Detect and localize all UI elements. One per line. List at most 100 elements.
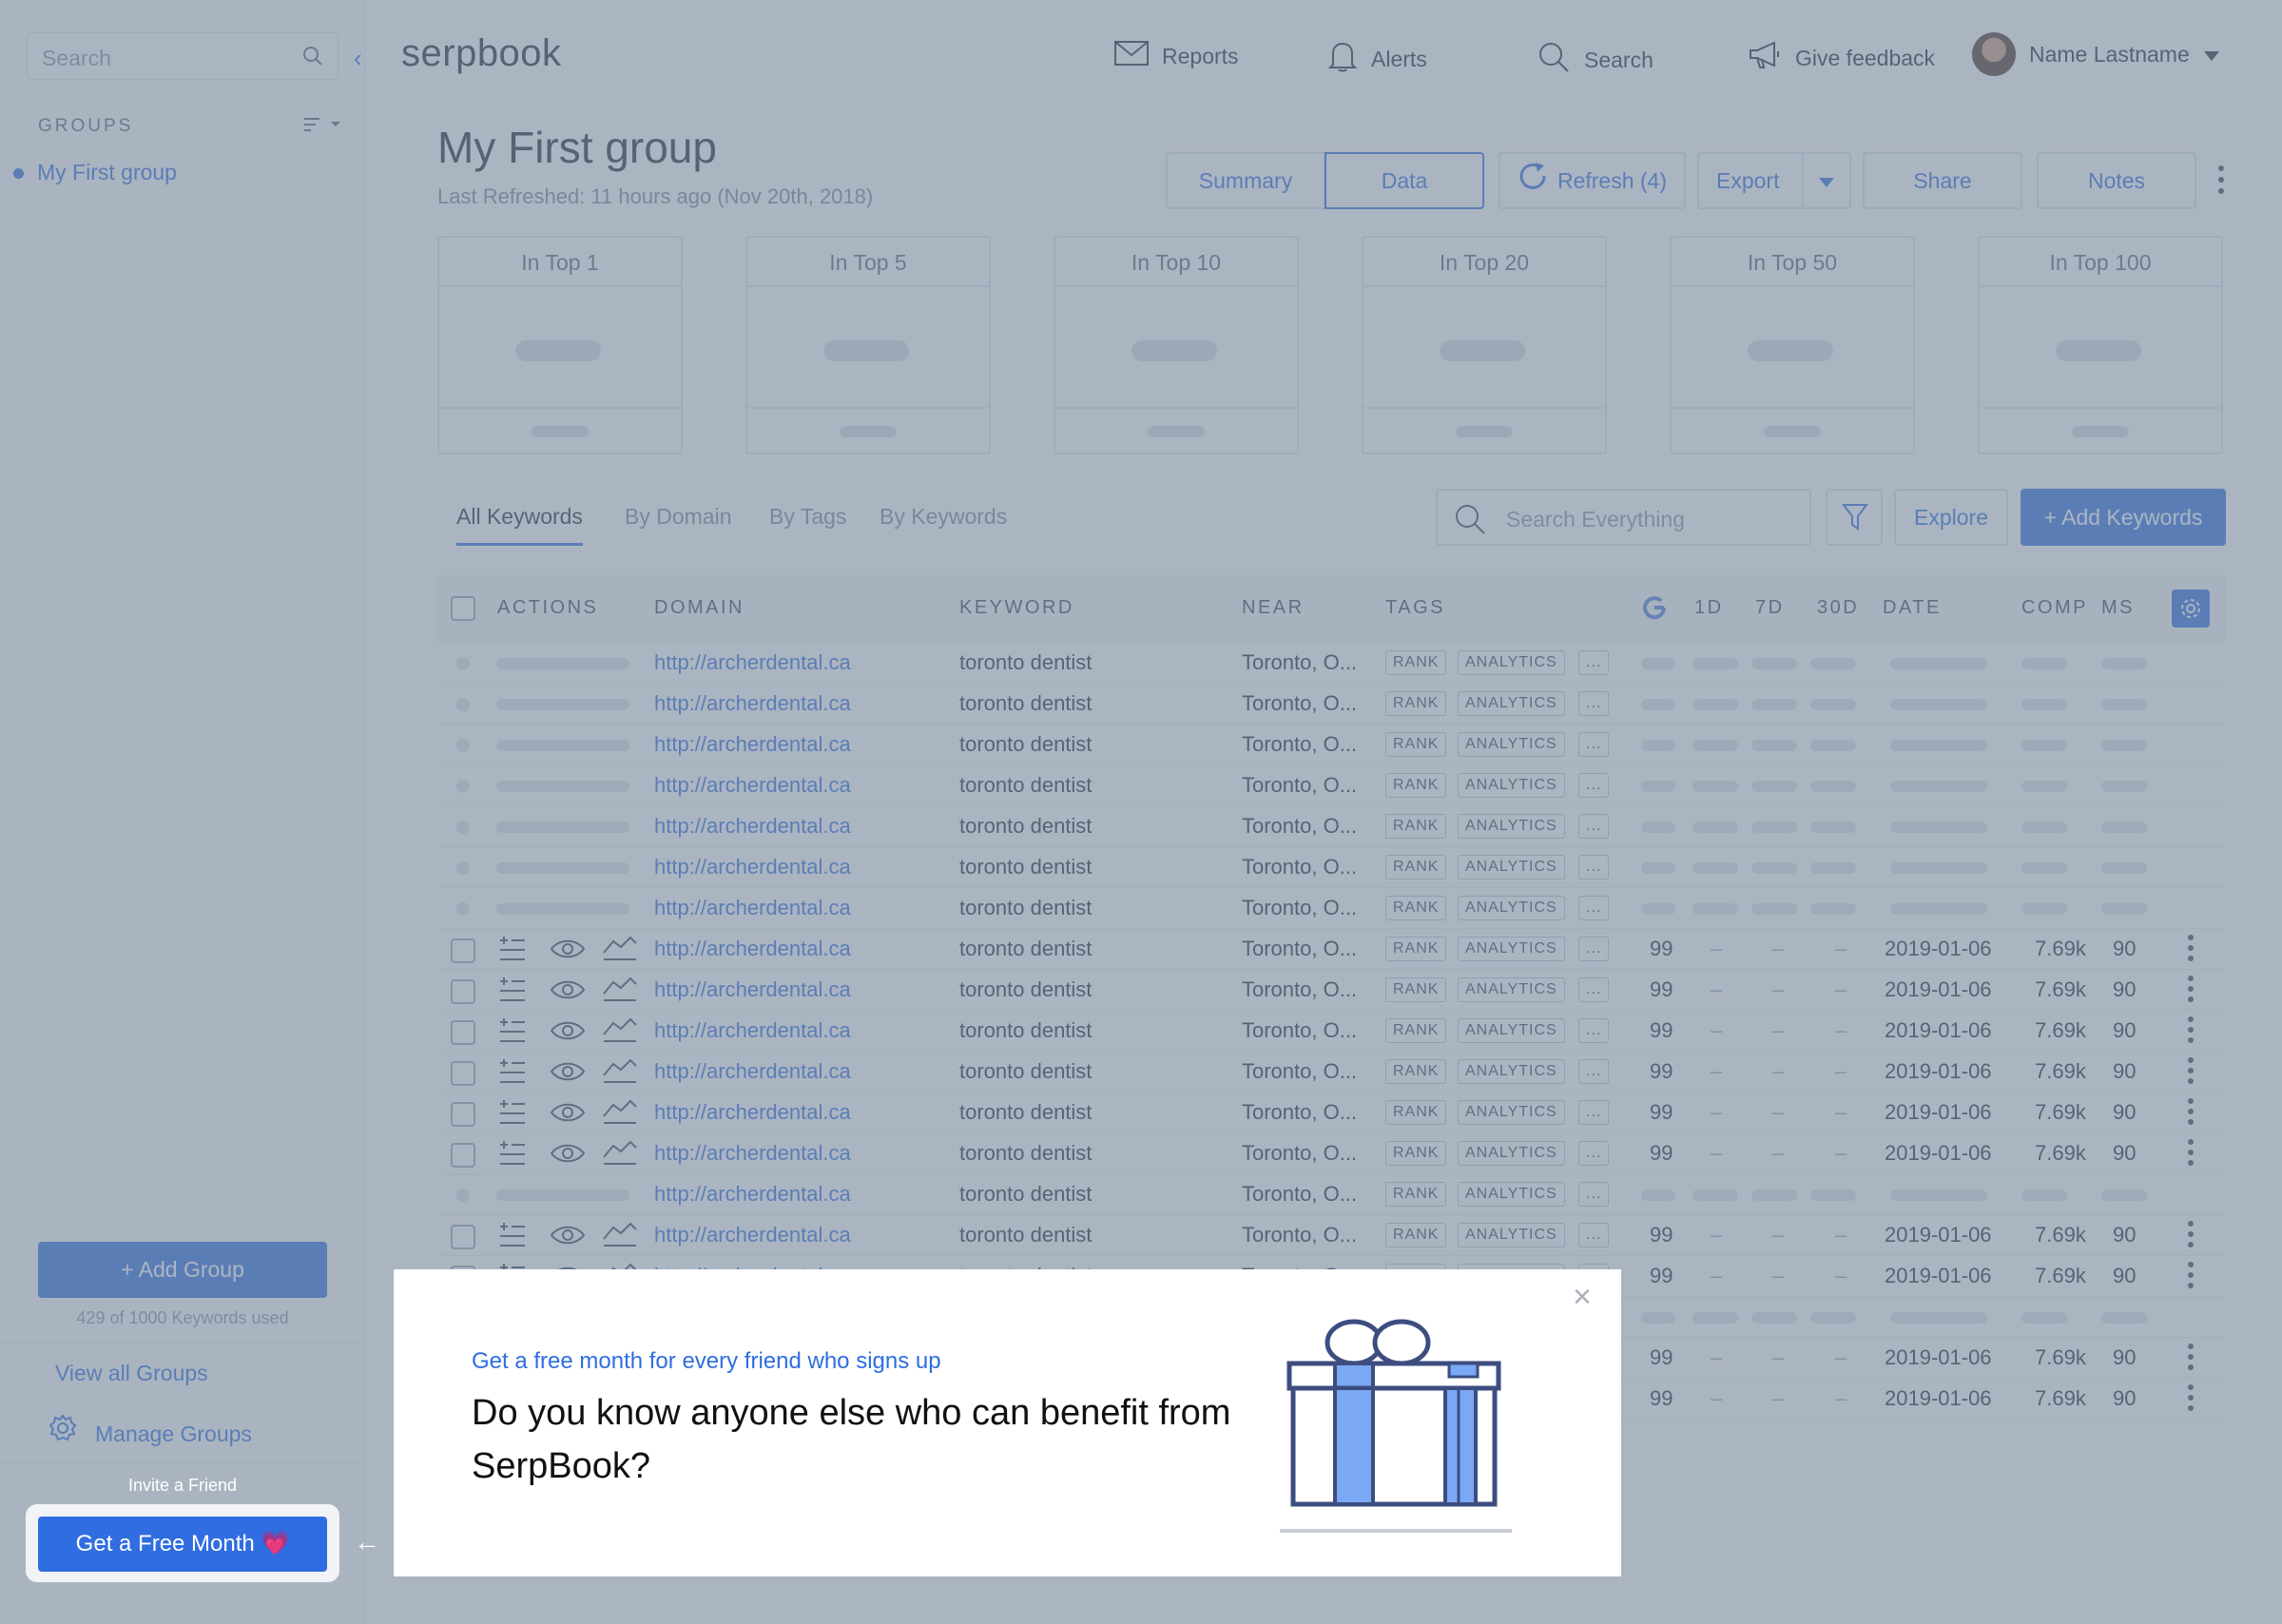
header-keyword[interactable]: KEYWORD: [959, 597, 1074, 619]
nav-give-feedback[interactable]: Give feedback: [1748, 40, 1935, 76]
chart-icon[interactable]: [602, 975, 638, 1009]
tag-rank[interactable]: RANK: [1385, 1018, 1447, 1043]
domain-link[interactable]: http://archerdental.ca: [654, 732, 851, 757]
tab-all-keywords[interactable]: All Keywords: [456, 504, 583, 546]
row-menu-icon[interactable]: [2188, 1057, 2194, 1089]
manage-groups-link[interactable]: Manage Groups: [0, 1402, 365, 1463]
tag-rank[interactable]: RANK: [1385, 937, 1447, 961]
row-menu-icon[interactable]: [2188, 935, 2194, 966]
select-all-checkbox[interactable]: [451, 596, 475, 621]
domain-link[interactable]: http://archerdental.ca: [654, 1141, 851, 1166]
add-note-icon[interactable]: [498, 1139, 527, 1173]
summary-button[interactable]: Summary: [1166, 152, 1325, 209]
tab-by-tags[interactable]: By Tags: [769, 504, 846, 530]
get-free-month-button[interactable]: Get a Free Month 💗: [38, 1517, 327, 1572]
row-checkbox[interactable]: [451, 1020, 475, 1045]
data-button[interactable]: Data: [1325, 152, 1484, 209]
domain-link[interactable]: http://archerdental.ca: [654, 1100, 851, 1125]
tag-analytics[interactable]: ANALYTICS: [1458, 1100, 1565, 1125]
table-row[interactable]: http://archerdental.ca toronto dentist Tor…: [437, 1092, 2226, 1133]
chart-icon[interactable]: [602, 934, 638, 968]
tag-more[interactable]: ...: [1578, 896, 1610, 920]
tag-more[interactable]: ...: [1578, 977, 1610, 1002]
header-date[interactable]: DATE: [1883, 597, 1942, 619]
tag-more[interactable]: ...: [1578, 855, 1610, 880]
tab-by-keywords[interactable]: By Keywords: [880, 504, 1007, 530]
tag-more[interactable]: ...: [1578, 691, 1610, 716]
row-checkbox[interactable]: [451, 1143, 475, 1168]
chart-icon[interactable]: [602, 1015, 638, 1050]
tag-more[interactable]: ...: [1578, 1141, 1610, 1166]
domain-link[interactable]: http://archerdental.ca: [654, 1018, 851, 1043]
tag-more[interactable]: ...: [1578, 937, 1610, 961]
row-menu-icon[interactable]: [2188, 1221, 2194, 1252]
rank-card[interactable]: In Top 10: [1054, 236, 1299, 454]
row-menu-icon[interactable]: [2188, 1098, 2194, 1130]
table-row[interactable]: http://archerdental.ca toronto dentist Tor…: [437, 1011, 2226, 1052]
tag-rank[interactable]: RANK: [1385, 773, 1447, 798]
table-row[interactable]: http://archerdental.ca toronto dentist Tor…: [437, 806, 2226, 847]
tag-rank[interactable]: RANK: [1385, 1141, 1447, 1166]
header-1d[interactable]: 1D: [1694, 597, 1724, 619]
table-row[interactable]: http://archerdental.ca toronto dentist Tor…: [437, 643, 2226, 684]
table-row[interactable]: http://archerdental.ca toronto dentist Tor…: [437, 765, 2226, 806]
user-menu[interactable]: Name Lastname: [1972, 32, 2220, 76]
tag-more[interactable]: ...: [1578, 1100, 1610, 1125]
header-near[interactable]: NEAR: [1242, 597, 1305, 619]
chart-icon[interactable]: [602, 1056, 638, 1091]
search-everything-input[interactable]: Search Everything: [1436, 489, 1811, 546]
header-tags[interactable]: TAGS: [1385, 597, 1445, 619]
rank-card[interactable]: In Top 100: [1978, 236, 2223, 454]
more-options-icon[interactable]: [2218, 165, 2224, 194]
domain-link[interactable]: http://archerdental.ca: [654, 1182, 851, 1207]
domain-link[interactable]: http://archerdental.ca: [654, 896, 851, 920]
sort-icon[interactable]: [304, 116, 342, 141]
tag-analytics[interactable]: ANALYTICS: [1458, 896, 1565, 920]
chart-icon[interactable]: [602, 1220, 638, 1254]
table-row[interactable]: http://archerdental.ca toronto dentist Tor…: [437, 1133, 2226, 1174]
tag-analytics[interactable]: ANALYTICS: [1458, 691, 1565, 716]
table-row[interactable]: http://archerdental.ca toronto dentist Tor…: [437, 929, 2226, 970]
tag-analytics[interactable]: ANALYTICS: [1458, 650, 1565, 675]
collapse-sidebar-icon[interactable]: ‹: [354, 44, 362, 73]
sidebar-search-input[interactable]: Search: [27, 32, 338, 80]
row-checkbox[interactable]: [451, 1102, 475, 1127]
row-menu-icon[interactable]: [2188, 1016, 2194, 1048]
nav-alerts[interactable]: Alerts: [1327, 40, 1427, 78]
tag-rank[interactable]: RANK: [1385, 732, 1447, 757]
nav-search[interactable]: Search: [1537, 40, 1653, 80]
table-settings-button[interactable]: [2172, 590, 2210, 628]
view-all-groups-link[interactable]: View all Groups: [0, 1342, 365, 1402]
eye-icon[interactable]: [550, 1224, 586, 1252]
add-note-icon[interactable]: [498, 1057, 527, 1092]
table-row[interactable]: http://archerdental.ca toronto dentist Tor…: [437, 888, 2226, 929]
tag-rank[interactable]: RANK: [1385, 691, 1447, 716]
tag-analytics[interactable]: ANALYTICS: [1458, 732, 1565, 757]
add-note-icon[interactable]: [498, 1016, 527, 1051]
share-button[interactable]: Share: [1863, 152, 2022, 209]
rank-card[interactable]: In Top 50: [1670, 236, 1915, 454]
tag-more[interactable]: ...: [1578, 732, 1610, 757]
row-menu-icon[interactable]: [2188, 976, 2194, 1007]
rank-card[interactable]: In Top 5: [745, 236, 991, 454]
header-comp[interactable]: COMP: [2021, 597, 2088, 619]
eye-icon[interactable]: [550, 1101, 586, 1130]
rank-card[interactable]: In Top 20: [1362, 236, 1607, 454]
table-row[interactable]: http://archerdental.ca toronto dentist Tor…: [437, 684, 2226, 725]
google-icon[interactable]: [1642, 595, 1667, 625]
tag-rank[interactable]: RANK: [1385, 896, 1447, 920]
sidebar-item-my-first-group[interactable]: My First group: [13, 160, 177, 185]
tag-more[interactable]: ...: [1578, 814, 1610, 839]
tag-analytics[interactable]: ANALYTICS: [1458, 855, 1565, 880]
table-row[interactable]: http://archerdental.ca toronto dentist Tor…: [437, 847, 2226, 888]
nav-reports[interactable]: Reports: [1114, 40, 1239, 72]
header-30d[interactable]: 30D: [1817, 597, 1859, 619]
eye-icon[interactable]: [550, 1019, 586, 1048]
add-note-icon[interactable]: [498, 935, 527, 969]
tag-analytics[interactable]: ANALYTICS: [1458, 814, 1565, 839]
add-group-button[interactable]: + Add Group: [38, 1242, 327, 1298]
tag-more[interactable]: ...: [1578, 1018, 1610, 1043]
add-keywords-button[interactable]: + Add Keywords: [2021, 489, 2226, 546]
search-icon[interactable]: [301, 45, 324, 73]
tag-analytics[interactable]: ANALYTICS: [1458, 1141, 1565, 1166]
